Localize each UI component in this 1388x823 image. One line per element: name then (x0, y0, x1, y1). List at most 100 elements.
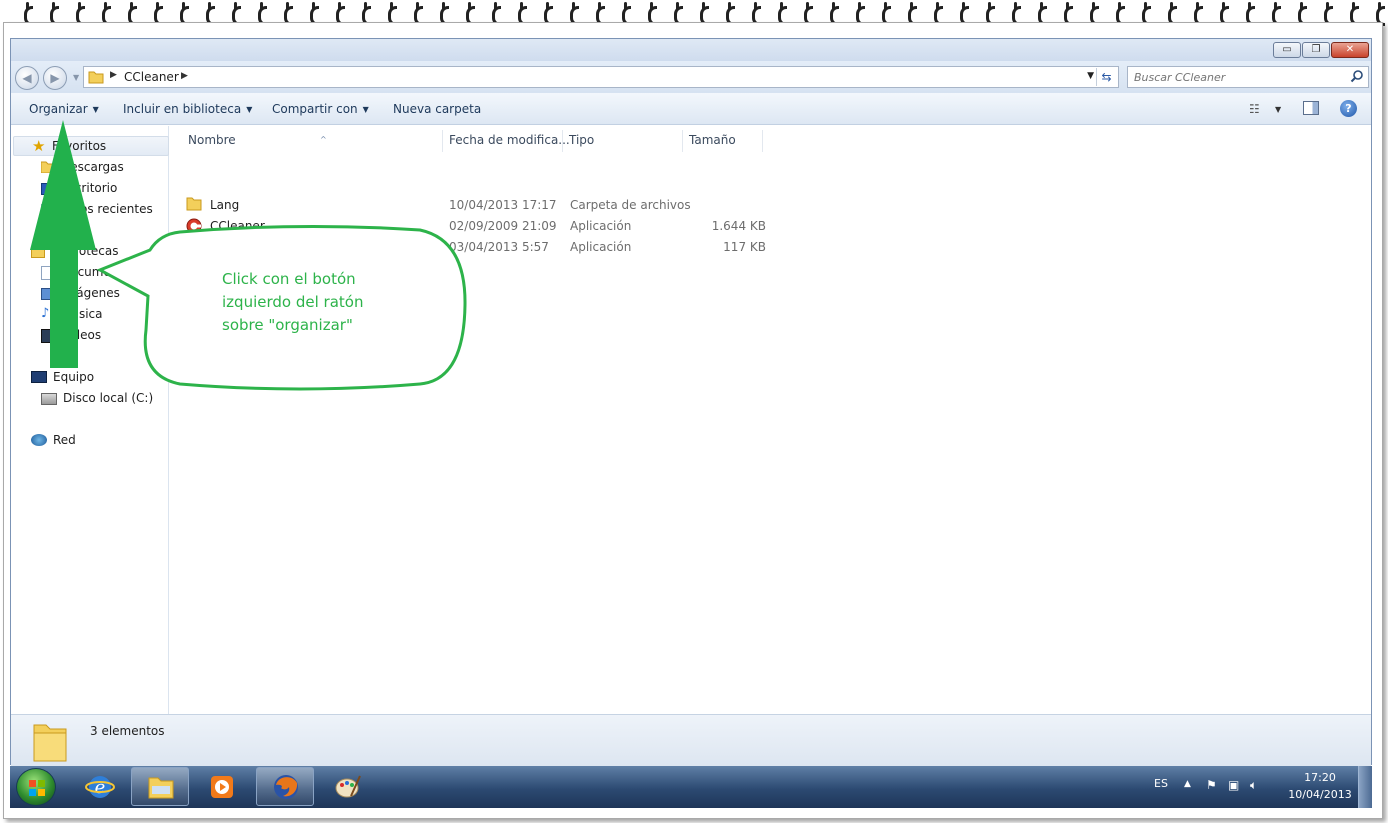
file-date: 03/04/2013 5:57 (449, 240, 549, 254)
network-icon (31, 434, 47, 446)
breadcrumb-separator-icon[interactable]: ▶ (181, 71, 188, 81)
share-with-button[interactable]: Compartir con ▼ (272, 102, 369, 116)
internet-explorer-taskbar-button[interactable]: e (70, 767, 128, 806)
refresh-button[interactable]: ⇆ (1096, 68, 1116, 86)
status-bar: 3 elementos (11, 714, 1371, 766)
search-box[interactable] (1127, 66, 1369, 88)
start-button[interactable] (16, 768, 56, 806)
restore-icon: ❐ (1311, 44, 1321, 55)
nav-favorites-label: Favoritos (52, 139, 107, 153)
address-box[interactable]: ▶ CCleaner ▶ ▼ ⇆ (83, 66, 1119, 88)
nav-desktop-label: Escritorio (61, 181, 118, 195)
minimize-button[interactable]: ▭ (1273, 42, 1301, 58)
network-status-icon[interactable]: ▣ (1228, 778, 1239, 792)
desktop-icon (41, 183, 55, 195)
file-name: CCleaner (210, 219, 265, 233)
column-header-type-label: Tipo (569, 133, 595, 147)
ccleaner-app-icon (186, 218, 202, 234)
firefox-taskbar-button[interactable] (256, 767, 314, 806)
file-type: Aplicación (570, 240, 632, 254)
nav-downloads-label: Descargas (61, 160, 124, 174)
action-center-flag-icon[interactable]: ⚑ (1206, 778, 1217, 792)
hard-drive-icon (41, 393, 57, 405)
navigation-pane: ★ Favoritos Descargas Escritorio Sitios … (11, 126, 169, 714)
include-library-label: Incluir en biblioteca (123, 102, 242, 116)
minimize-icon: ▭ (1282, 44, 1292, 55)
search-input[interactable] (1134, 69, 1344, 85)
paint-palette-icon (335, 775, 361, 798)
breadcrumb-ccleaner[interactable]: CCleaner (124, 70, 179, 84)
clock-time[interactable]: 17:20 (1285, 771, 1355, 784)
documents-icon (41, 266, 52, 280)
close-button[interactable]: ✕ (1331, 42, 1369, 58)
file-name: uninst (210, 240, 248, 254)
column-header-size-label: Tamaño (689, 133, 736, 147)
file-size: 1.644 KB (711, 219, 766, 233)
column-header-name-label: Nombre (188, 133, 236, 147)
address-dropdown-icon[interactable]: ▼ (1087, 71, 1094, 81)
downloads-folder-icon (41, 161, 55, 173)
file-name: Lang (210, 198, 240, 212)
language-indicator[interactable]: ES (1154, 777, 1168, 790)
column-header-type[interactable]: Tipo (563, 130, 683, 152)
pictures-icon (41, 288, 55, 300)
clock-date[interactable]: 10/04/2013 (1285, 788, 1355, 801)
explorer-taskbar-button[interactable] (131, 767, 189, 806)
libraries-icon (31, 246, 45, 258)
folder-icon (88, 71, 104, 84)
system-tray: ES ▲ ⚑ ▣ 🔈︎ 17:20 10/04/2013 (1150, 766, 1372, 808)
screenshot-frame: ▭ ❐ ✕ ◀ ▶ ▼ ▶ CCleaner ▶ ▼ ⇆ Buscar CCle… (0, 0, 1388, 823)
windows-logo-icon (29, 780, 45, 796)
file-date: 02/09/2009 21:09 (449, 219, 557, 233)
organize-button[interactable]: Organizar ▼ (29, 102, 99, 116)
show-hidden-icons-icon[interactable]: ▲ (1184, 779, 1191, 789)
paint-taskbar-button[interactable] (318, 767, 376, 806)
maximize-button[interactable]: ❐ (1302, 42, 1330, 58)
share-with-label: Compartir con (272, 102, 358, 116)
folder-icon (33, 724, 67, 762)
nav-recent-label: Sitios recientes (61, 202, 153, 216)
media-player-taskbar-button[interactable] (192, 767, 250, 806)
file-type: Aplicación (570, 219, 632, 233)
column-header-name[interactable]: Nombre ^ (182, 130, 443, 152)
nav-favorites[interactable]: ★ Favoritos (13, 136, 169, 156)
sort-ascending-icon: ^ (320, 135, 327, 144)
item-count: 3 elementos (90, 724, 165, 738)
back-button[interactable]: ◀ (15, 66, 39, 90)
title-bar: ▭ ❐ ✕ (11, 39, 1371, 61)
include-library-button[interactable]: Incluir en biblioteca ▼ (123, 102, 252, 116)
forward-button[interactable]: ▶ (43, 66, 67, 90)
breadcrumb-separator-icon[interactable]: ▶ (110, 70, 117, 80)
chevron-down-icon: ▼ (362, 105, 369, 114)
computer-icon (31, 371, 47, 383)
volume-icon[interactable]: 🔈︎ (1250, 778, 1257, 793)
file-row[interactable]: uninst 03/04/2013 5:57 Aplicación 117 KB (184, 238, 784, 258)
recent-pages-dropdown[interactable]: ▼ (73, 73, 79, 82)
back-arrow-icon: ◀ (22, 71, 32, 85)
nav-computer-label: Equipo (53, 370, 95, 384)
svg-text:e: e (95, 777, 106, 798)
search-icon[interactable] (1350, 69, 1364, 83)
file-list: Nombre ^ Fecha de modifica... Tipo Tamaño… (170, 126, 1372, 714)
nav-videos-label: Vídeos (61, 328, 102, 342)
new-folder-label: Nueva carpeta (393, 102, 482, 116)
folder-icon (186, 197, 202, 211)
file-row[interactable]: Lang 10/04/2013 17:17 Carpeta de archivo… (184, 196, 784, 216)
forward-arrow-icon: ▶ (50, 71, 60, 85)
annotation-callout-text: Click con el botón izquierdo del ratón s… (222, 270, 364, 334)
recent-places-icon (41, 204, 55, 216)
file-size: 117 KB (723, 240, 766, 254)
column-header-size[interactable]: Tamaño (683, 130, 763, 152)
music-icon: ♪ (41, 306, 50, 321)
nav-documents-label: Documentos (61, 265, 137, 279)
show-desktop-button[interactable] (1358, 766, 1372, 808)
nav-music-label: Música (61, 307, 103, 321)
column-header-date[interactable]: Fecha de modifica... (443, 130, 570, 152)
file-row[interactable]: CCleaner 02/09/2009 21:09 Aplicación 1.6… (184, 217, 784, 237)
view-options-dropdown-icon[interactable]: ▼ (1275, 105, 1281, 114)
help-icon[interactable]: ? (1340, 100, 1357, 117)
organize-label: Organizar (29, 102, 88, 116)
new-folder-button[interactable]: Nueva carpeta (393, 102, 481, 116)
view-options-icon[interactable]: ☷ (1249, 102, 1260, 116)
preview-pane-icon[interactable] (1303, 101, 1319, 115)
